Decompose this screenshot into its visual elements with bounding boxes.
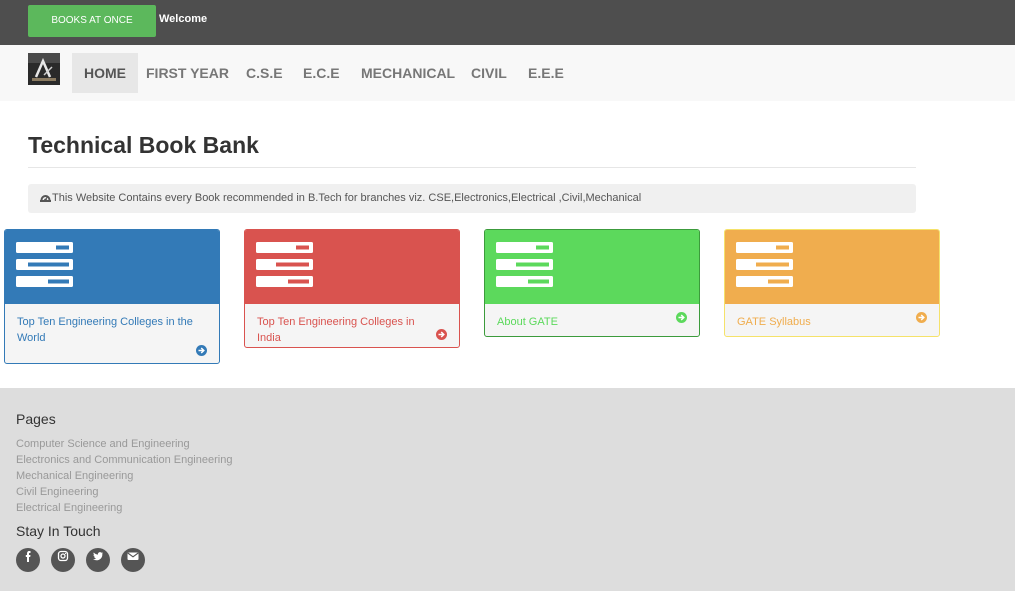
panel-top-colleges-india[interactable]: Top Ten Engineering Colleges in India <box>244 229 460 348</box>
footer-link-civil[interactable]: Civil Engineering <box>16 486 99 498</box>
nav-home[interactable]: HOME <box>72 53 138 93</box>
panel-about-gate[interactable]: About GATE <box>484 229 700 337</box>
footer-link-mechanical[interactable]: Mechanical Engineering <box>16 470 133 482</box>
site-logo[interactable] <box>28 53 60 85</box>
welcome-text: Welcome <box>159 13 208 25</box>
panel-gate-syllabus[interactable]: GATE Syllabus <box>724 229 940 337</box>
tasks-icon <box>256 242 313 287</box>
tasks-icon <box>496 242 553 287</box>
panel-label: Top Ten Engineering Colleges in the Worl… <box>17 316 193 344</box>
nav-eee[interactable]: E.E.E <box>516 53 576 93</box>
instagram-icon[interactable] <box>51 548 75 572</box>
nav-mechanical[interactable]: MECHANICAL <box>349 53 467 93</box>
tasks-icon <box>736 242 793 287</box>
panel-top-colleges-world[interactable]: Top Ten Engineering Colleges in the Worl… <box>4 229 220 364</box>
tasks-icon <box>16 242 73 287</box>
arrow-circle-right-icon <box>916 312 927 323</box>
info-text: This Website Contains every Book recomme… <box>52 192 642 204</box>
arrow-circle-right-icon <box>436 329 447 340</box>
info-well: This Website Contains every Book recomme… <box>28 184 916 213</box>
arrow-circle-right-icon <box>676 312 687 323</box>
pages-heading: Pages <box>16 411 56 427</box>
nav-first-year[interactable]: FIRST YEAR <box>134 53 241 93</box>
footer-link-cse[interactable]: Computer Science and Engineering <box>16 438 190 450</box>
footer-link-ece[interactable]: Electronics and Communication Engineerin… <box>16 454 232 466</box>
navbar: HOME FIRST YEAR C.S.E E.C.E MECHANICAL C… <box>0 45 1015 101</box>
title-divider <box>28 167 916 168</box>
panel-label: GATE Syllabus <box>737 316 811 328</box>
arrow-circle-right-icon <box>196 345 207 356</box>
panel-label: About GATE <box>497 316 558 328</box>
social-heading: Stay In Touch <box>16 523 101 539</box>
twitter-icon[interactable] <box>86 548 110 572</box>
page-title: Technical Book Bank <box>28 132 259 158</box>
panel-label: Top Ten Engineering Colleges in India <box>257 316 415 344</box>
nav-civil[interactable]: CIVIL <box>459 53 519 93</box>
facebook-icon[interactable] <box>16 548 40 572</box>
brand-button[interactable]: BOOKS AT ONCE <box>28 5 156 37</box>
footer-link-electrical[interactable]: Electrical Engineering <box>16 502 122 514</box>
nav-cse[interactable]: C.S.E <box>234 53 295 93</box>
footer: Pages Computer Science and Engineering E… <box>0 388 1015 591</box>
nav-ece[interactable]: E.C.E <box>291 53 352 93</box>
dashboard-icon <box>40 195 51 202</box>
top-bar: BOOKS AT ONCE Welcome <box>0 0 1015 45</box>
envelope-icon[interactable] <box>121 548 145 572</box>
